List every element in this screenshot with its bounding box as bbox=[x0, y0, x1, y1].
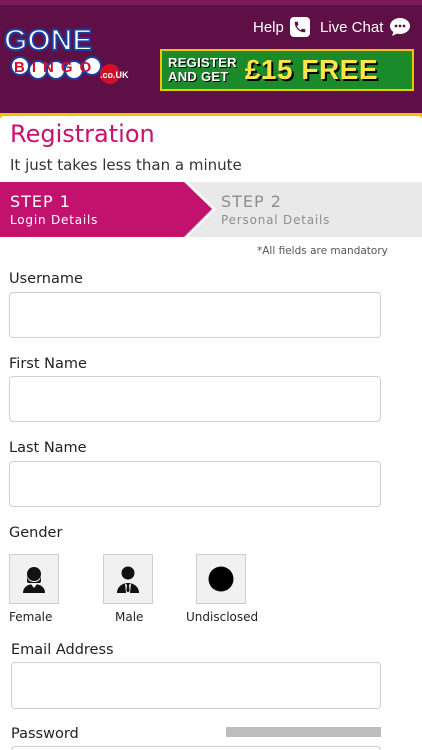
email-input[interactable] bbox=[11, 662, 381, 709]
first-name-input[interactable] bbox=[9, 376, 381, 422]
page-title: Registration bbox=[10, 120, 155, 148]
gender-female-label: Female bbox=[9, 610, 53, 624]
gone-bingo-logo[interactable]: GONE BINGO .co.UK bbox=[2, 20, 130, 86]
phone-icon bbox=[289, 17, 310, 37]
promo-line-2: AND GET bbox=[168, 69, 229, 84]
header-topline bbox=[0, 0, 422, 5]
step-progress: STEP 1 Login Details STEP 2 Personal Det… bbox=[0, 182, 422, 237]
male-icon bbox=[117, 566, 139, 593]
gender-option-male[interactable] bbox=[103, 554, 153, 604]
register-promo-banner[interactable]: REGISTER AND GET £15 FREE bbox=[160, 49, 414, 91]
mandatory-note: *All fields are mandatory bbox=[257, 245, 388, 257]
promo-line-1: REGISTER bbox=[168, 55, 237, 70]
gender-male-label: Male bbox=[115, 610, 144, 624]
username-label: Username bbox=[9, 271, 83, 287]
username-input[interactable] bbox=[9, 292, 381, 338]
female-icon bbox=[23, 567, 45, 593]
help-link[interactable]: Help bbox=[253, 17, 310, 37]
undisclosed-icon bbox=[208, 566, 234, 592]
gender-undisclosed-label: Undisclosed bbox=[186, 610, 259, 624]
password-strength-bar bbox=[226, 727, 381, 737]
password-label: Password bbox=[11, 726, 79, 742]
page-subtitle: It just takes less than a minute bbox=[10, 156, 242, 174]
live-chat-link[interactable]: Live Chat bbox=[320, 16, 411, 38]
registration-panel: Registration It just takes less than a m… bbox=[0, 116, 422, 750]
gender-option-female[interactable] bbox=[9, 554, 59, 604]
email-label: Email Address bbox=[11, 642, 114, 658]
password-input[interactable] bbox=[11, 746, 381, 750]
chat-bubble-icon bbox=[390, 18, 411, 36]
last-name-label: Last Name bbox=[9, 440, 87, 456]
step-1-title: STEP 1 bbox=[10, 192, 71, 211]
gender-option-undisclosed[interactable] bbox=[196, 554, 246, 604]
promo-amount: £15 FREE bbox=[244, 54, 379, 85]
logo-text-bingo: BINGO bbox=[14, 59, 98, 76]
live-chat-label: Live Chat bbox=[320, 18, 384, 36]
site-header: GONE BINGO .co.UK Help Live Chat REGISTE… bbox=[0, 0, 422, 113]
last-name-input[interactable] bbox=[9, 461, 381, 507]
step-1-subtitle: Login Details bbox=[10, 213, 99, 227]
step-2-title: STEP 2 bbox=[221, 192, 282, 211]
help-label: Help bbox=[253, 18, 284, 36]
first-name-label: First Name bbox=[9, 356, 87, 372]
gender-label: Gender bbox=[9, 525, 63, 541]
step-2-subtitle: Personal Details bbox=[221, 213, 331, 227]
promo-text: REGISTER AND GET bbox=[168, 56, 237, 84]
logo-text-gone: GONE bbox=[4, 24, 92, 57]
logo-text-suffix: .co.UK bbox=[100, 70, 129, 80]
